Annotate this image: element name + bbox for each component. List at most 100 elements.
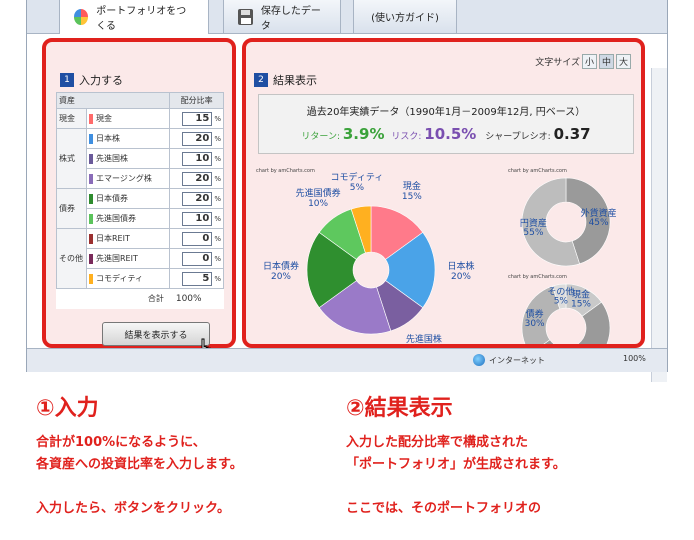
asset-cell: 先進国株	[85, 148, 171, 169]
allocation-row: 債券 日本債券 20%	[56, 188, 224, 229]
ratio-input[interactable]: 0	[182, 251, 213, 266]
caption-line: 合計が100%になるように、	[36, 435, 206, 450]
asset-color-swatch	[89, 173, 93, 184]
globe-icon	[473, 354, 485, 366]
slice-percent: 10%	[308, 199, 328, 209]
asset-color-swatch	[89, 193, 93, 204]
show-results-button[interactable]: 結果を表示する	[102, 322, 210, 346]
percent-unit: %	[214, 194, 221, 203]
allocation-row: 株式 日本株 20%	[56, 128, 224, 189]
slice-label: 日本株	[447, 260, 474, 272]
percent-unit: %	[214, 274, 221, 283]
slice-percent: 45%	[589, 218, 609, 228]
slice-percent: 5%	[350, 183, 365, 193]
caption-line: 入力した配分比率で構成された	[346, 435, 529, 450]
percent-unit: %	[214, 174, 221, 183]
asset-name: 先進国REIT	[96, 254, 138, 263]
app-window: ポートフォリオをつくる 保存したデータ (使い方ガイド) 1 入力する 資産 配…	[26, 0, 668, 382]
asset-cell: 先進国債券	[85, 208, 171, 229]
asset-color-swatch	[89, 233, 93, 244]
result-panel: 2 結果表示 文字サイズ 小 中 大 過去20年実績データ（1990年1月－20…	[242, 38, 645, 348]
slice-percent: 15%	[571, 300, 591, 310]
asset-category: 現金	[56, 108, 87, 129]
ratio-input[interactable]: 15	[182, 111, 213, 126]
vertical-scrollbar[interactable]	[651, 68, 667, 382]
slice-percent: 55%	[523, 228, 543, 238]
slice-percent: 20%	[271, 272, 291, 282]
status-bar: インターネット 100%	[27, 348, 667, 372]
asset-name: 日本債券	[96, 194, 128, 203]
ratio-input[interactable]: 10	[182, 151, 213, 166]
caption-line	[36, 476, 243, 498]
ratio-input[interactable]: 0	[182, 231, 213, 246]
asset-color-swatch	[89, 153, 93, 164]
ratio-cell: 0%	[169, 228, 224, 249]
input-section-header: 1 入力する	[60, 72, 123, 88]
caption-input-text: 合計が100%になるように、 各資産への投資比率を入力します。 入力したら、ボタ…	[36, 432, 243, 520]
asset-color-swatch	[89, 253, 93, 264]
floppy-disk-icon	[238, 8, 253, 25]
total-label: 合計	[147, 294, 164, 304]
ratio-input[interactable]: 20	[182, 131, 213, 146]
ratio-cell: 10%	[169, 148, 224, 169]
ratio-input[interactable]: 5	[182, 271, 213, 286]
caption-line: 各資産への投資比率を入力します。	[36, 457, 243, 472]
ratio-cell: 5%	[169, 268, 224, 289]
asset-cell: 現金	[85, 108, 171, 129]
asset-name: 先進国株	[96, 154, 128, 163]
slice-percent: 15%	[402, 192, 422, 202]
asset-cell: 日本債券	[85, 188, 171, 209]
ratio-cell: 20%	[169, 188, 224, 209]
tab-label: (使い方ガイド)	[371, 13, 439, 24]
asset-category: 株式	[56, 128, 87, 189]
caption-input-heading: ①入力	[36, 396, 99, 421]
portfolio-charts: 現金15%日本株20%先進国株10%エマージング株20%日本債券20%先進国債券…	[263, 171, 617, 344]
security-zone: インターネット	[473, 354, 545, 366]
column-header-asset: 資産	[55, 92, 171, 109]
tab-saved-data[interactable]: 保存したデータ	[223, 0, 341, 34]
ratio-cell: 15%	[169, 108, 224, 129]
slice-percent: 30%	[525, 319, 545, 329]
asset-cell: エマージング株	[85, 168, 171, 189]
slice-label: 日本債券	[263, 260, 299, 272]
asset-name: エマージング株	[96, 174, 152, 183]
allocation-table: 資産 配分比率 現金 現金 15% 株式 日本株 20% 先進国株 10% エマージング株 20%…	[55, 92, 224, 309]
caption-result-text: 入力した配分比率で構成された 「ポートフォリオ」が生成されます。 ここでは、その…	[346, 432, 566, 520]
slice-label: コモディティ	[330, 171, 383, 183]
slice-percent: 5%	[554, 296, 569, 306]
tab-create-portfolio[interactable]: ポートフォリオをつくる	[59, 0, 209, 35]
ratio-cell: 20%	[169, 168, 224, 189]
percent-unit: %	[214, 114, 221, 123]
asset-name: 先進国債券	[96, 214, 136, 223]
asset-cell: コモディティ	[85, 268, 171, 289]
percent-unit: %	[214, 234, 221, 243]
input-panel: 1 入力する 資産 配分比率 現金 現金 15% 株式 日本株 20% 先進国株 10% エマー…	[42, 38, 236, 358]
percent-unit: %	[214, 154, 221, 163]
asset-cell: 日本REIT	[85, 228, 171, 249]
ratio-input[interactable]: 10	[182, 211, 213, 226]
ratio-cell: 0%	[169, 248, 224, 269]
zoom-level[interactable]: 100%	[623, 354, 646, 363]
total-value: 100%	[175, 293, 202, 304]
percent-unit: %	[214, 134, 221, 143]
allocation-row: 現金 現金 15%	[56, 108, 224, 129]
ratio-input[interactable]: 20	[182, 191, 213, 206]
main-content: 1 入力する 資産 配分比率 現金 現金 15% 株式 日本株 20% 先進国株 10% エマー…	[27, 34, 667, 382]
slice-label: 先進国債券	[296, 187, 341, 199]
asset-name: コモディティ	[96, 274, 143, 283]
section-number-badge: 1	[60, 73, 74, 87]
caption-result-heading: ②結果表示	[346, 396, 453, 421]
percent-unit: %	[214, 254, 221, 263]
slice-label: 現金	[403, 180, 421, 192]
asset-category: 債券	[56, 188, 87, 229]
slice-percent: 20%	[451, 272, 471, 282]
asset-name: 日本株	[96, 134, 120, 143]
pie-chart-icon	[74, 9, 89, 25]
asset-name: 現金	[96, 114, 112, 123]
column-header-ratio: 配分比率	[169, 92, 224, 109]
tab-usage-guide[interactable]: (使い方ガイド)	[353, 0, 457, 34]
caption-line: 入力したら、ボタンをクリック。	[36, 501, 230, 516]
slice-label: 先進国株	[406, 333, 442, 344]
asset-color-swatch	[89, 273, 93, 284]
ratio-input[interactable]: 20	[182, 171, 213, 186]
